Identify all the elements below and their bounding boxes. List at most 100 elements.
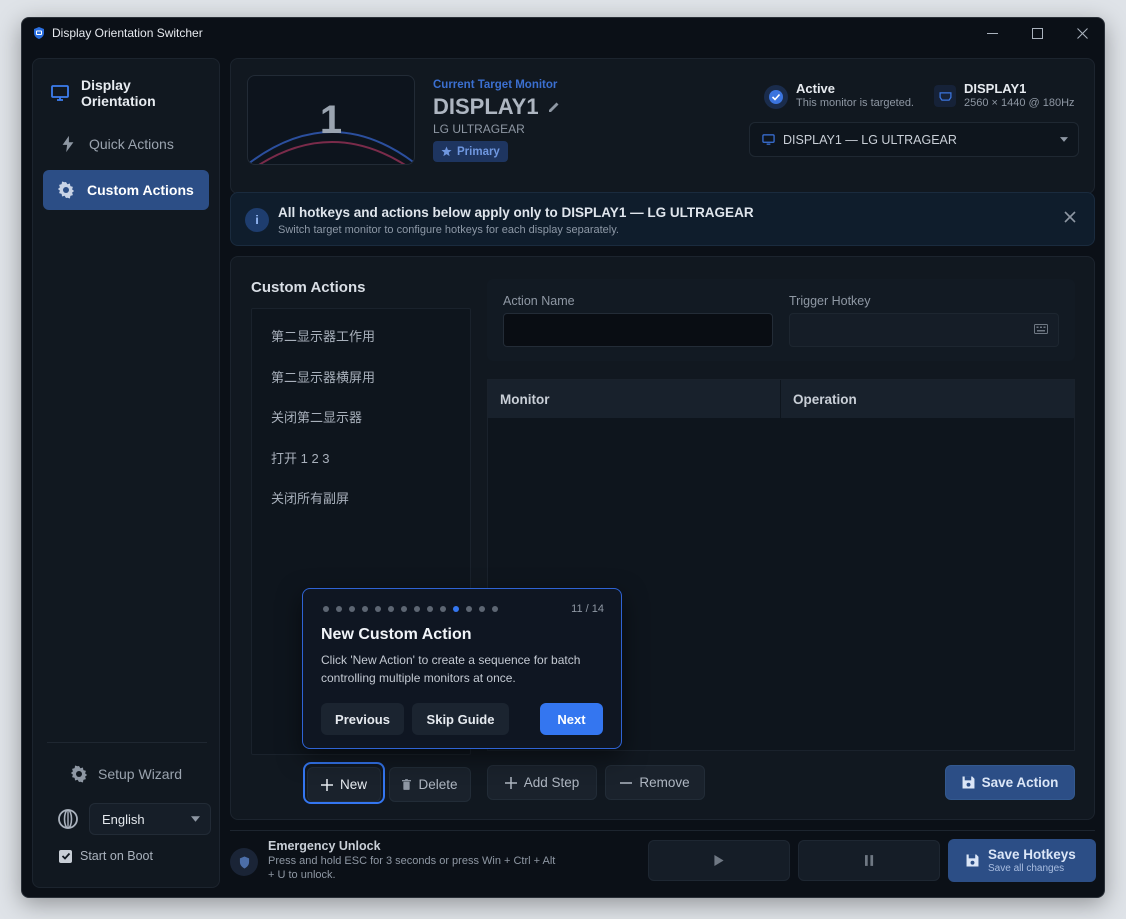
title-bar: Display Orientation Switcher [22, 18, 1104, 48]
guide-dot [388, 606, 394, 612]
close-icon[interactable] [1064, 210, 1076, 228]
delete-button-label: Delete [418, 777, 458, 792]
action-name-input[interactable] [503, 313, 773, 347]
gear-icon [55, 179, 77, 201]
save-action-button[interactable]: Save Action [945, 765, 1075, 800]
info-subtitle: Switch target monitor to configure hotke… [278, 224, 619, 236]
guide-dot [414, 606, 420, 612]
list-item[interactable]: 第二显示器横屏用 [271, 367, 375, 386]
list-item[interactable]: 关闭所有副屏 [271, 488, 349, 507]
primary-badge-label: Primary [457, 145, 500, 158]
guide-next-button[interactable]: Next [540, 703, 603, 735]
guide-dot [427, 606, 433, 612]
maximize-button[interactable] [1014, 18, 1060, 48]
trigger-hotkey-input[interactable] [789, 313, 1059, 347]
language-value: English [102, 811, 145, 827]
guide-dot-active [453, 606, 459, 612]
monitor-preview: 1 [247, 75, 415, 165]
display-name: DISPLAY1 [964, 81, 1027, 96]
app-logo-icon [32, 26, 46, 40]
sidebar: Display Orientation Quick Actions Custom… [32, 58, 220, 888]
monitor-icon [762, 133, 775, 146]
add-step-button[interactable]: Add Step [487, 765, 597, 800]
sidebar-item-quick-actions[interactable]: Quick Actions [43, 124, 209, 164]
window-title: Display Orientation Switcher [52, 26, 203, 40]
primary-badge: Primary [433, 141, 508, 162]
save-icon [962, 776, 975, 789]
list-item[interactable]: 打开 1 2 3 [271, 448, 330, 467]
bottom-divider [230, 830, 1095, 831]
guide-dot [336, 606, 342, 612]
monitor-select[interactable]: DISPLAY1 — LG ULTRAGEAR [749, 122, 1079, 157]
shield-icon [230, 848, 258, 876]
guide-dot [349, 606, 355, 612]
guide-dot [492, 606, 498, 612]
status-subtitle: This monitor is targeted. [796, 97, 914, 109]
sidebar-item-display-orientation[interactable]: Display Orientation [43, 73, 209, 113]
target-model: LG ULTRAGEAR [433, 122, 525, 136]
status-block: Active This monitor is targeted. [764, 81, 914, 109]
guide-step-counter: 11 / 14 [571, 603, 604, 615]
save-hotkeys-subtitle: Save all changes [988, 863, 1065, 874]
pause-button[interactable] [798, 840, 940, 881]
guide-progress-dots [323, 606, 505, 612]
emergency-title: Emergency Unlock [268, 839, 381, 853]
emergency-description: Press and hold ESC for 3 seconds or pres… [268, 855, 556, 881]
close-icon [1076, 27, 1088, 39]
monitor-select-value: DISPLAY1 — LG ULTRAGEAR [783, 132, 957, 147]
guide-dot [440, 606, 446, 612]
table-header-operation[interactable]: Operation [781, 380, 1074, 418]
display-info-block: DISPLAY1 2560 × 1440 @ 180Hz [934, 81, 1075, 109]
target-name: DISPLAY1 [433, 94, 539, 119]
target-monitor-card: 1 Current Target Monitor DISPLAY1 LG ULT… [230, 58, 1095, 194]
guide-skip-button[interactable]: Skip Guide [412, 703, 509, 735]
action-name-label: Action Name [503, 294, 575, 308]
app-window: Display Orientation Switcher Display Ori… [21, 17, 1105, 898]
chevron-down-icon [1060, 137, 1068, 142]
chevron-down-icon [191, 816, 200, 822]
sidebar-item-label: Quick Actions [89, 136, 174, 152]
guide-dot [362, 606, 368, 612]
sidebar-item-custom-actions[interactable]: Custom Actions [43, 170, 209, 210]
minimize-button[interactable] [969, 18, 1015, 48]
list-item[interactable]: 关闭第二显示器 [271, 407, 362, 426]
trigger-hotkey-label: Trigger Hotkey [789, 294, 871, 308]
language-row: English [57, 803, 211, 835]
add-step-label: Add Step [523, 775, 580, 790]
plus-icon [504, 776, 517, 789]
info-title: All hotkeys and actions below apply only… [278, 205, 754, 220]
sidebar-item-label: Custom Actions [87, 182, 194, 198]
guide-dot [375, 606, 381, 612]
guide-previous-button[interactable]: Previous [321, 703, 404, 735]
guide-body: Click 'New Action' to create a sequence … [321, 653, 581, 685]
save-hotkeys-button[interactable]: Save Hotkeys Save all changes [948, 839, 1096, 882]
save-icon [966, 854, 979, 867]
start-on-boot-label: Start on Boot [80, 849, 153, 863]
status-title: Active [796, 81, 836, 96]
delete-action-button[interactable]: Delete [389, 767, 471, 802]
minus-icon [620, 777, 633, 789]
remove-step-button[interactable]: Remove [605, 765, 705, 800]
table-header: Monitor Operation [488, 380, 1074, 418]
star-icon [441, 146, 452, 157]
setup-wizard-button[interactable]: Setup Wizard [69, 764, 182, 784]
hdmi-icon [934, 85, 956, 107]
close-window-button[interactable] [1059, 18, 1104, 48]
maximize-icon [1031, 27, 1043, 39]
play-icon [714, 855, 724, 866]
list-item[interactable]: 第二显示器工作用 [271, 326, 375, 345]
save-hotkeys-title: Save Hotkeys [988, 847, 1076, 862]
pencil-icon[interactable] [547, 100, 561, 114]
target-name-row: DISPLAY1 [433, 94, 561, 120]
guide-highlight-ring [303, 762, 385, 804]
display-spec: 2560 × 1440 @ 180Hz [964, 97, 1075, 109]
table-header-monitor[interactable]: Monitor [488, 380, 781, 418]
globe-icon [57, 808, 79, 830]
lightning-icon [57, 133, 79, 155]
language-select[interactable]: English [89, 803, 211, 835]
save-action-label: Save Action [981, 775, 1059, 790]
info-icon: i [245, 208, 269, 232]
info-banner: i All hotkeys and actions below apply on… [230, 192, 1095, 246]
start-on-boot-checkbox[interactable]: Start on Boot [59, 849, 153, 863]
play-button[interactable] [648, 840, 790, 881]
